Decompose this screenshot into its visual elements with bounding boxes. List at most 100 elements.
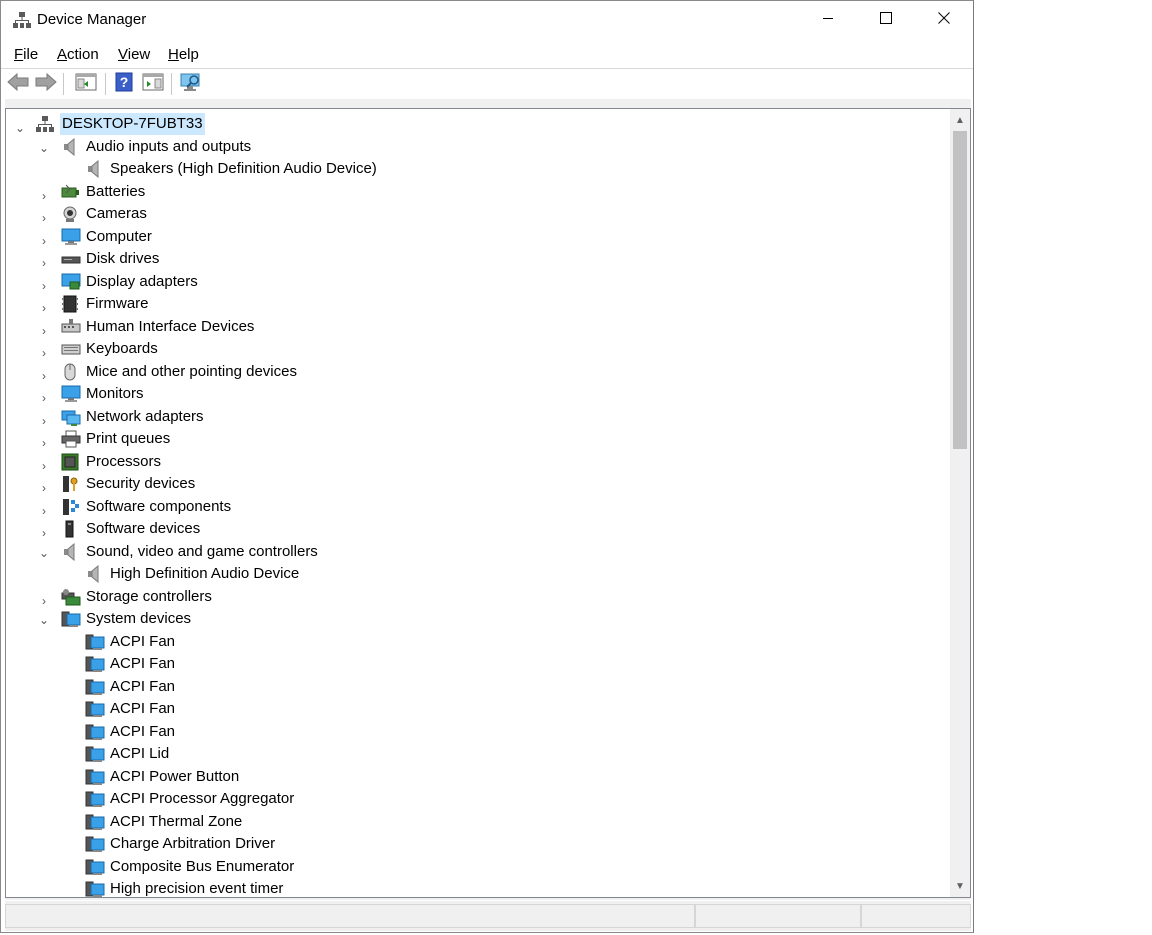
- chevron-right-icon[interactable]: ›: [38, 297, 50, 315]
- speaker-icon: [85, 159, 103, 179]
- tree-category[interactable]: › Print queues: [6, 428, 946, 451]
- tree-device[interactable]: ACPI Fan: [6, 721, 946, 744]
- tree-root[interactable]: ⌄ DESKTOP-7FUBT33: [6, 113, 946, 136]
- chevron-down-icon[interactable]: ⌄: [38, 137, 50, 155]
- close-button[interactable]: [915, 1, 973, 39]
- tree-device[interactable]: Charge Arbitration Driver: [6, 833, 946, 856]
- scroll-down-icon[interactable]: ▼: [950, 878, 970, 896]
- tree-device-label: ACPI Fan: [110, 722, 176, 740]
- tree-category-label: Keyboards: [86, 340, 158, 357]
- help-button[interactable]: ?: [112, 72, 136, 96]
- chevron-right-icon[interactable]: ›: [38, 230, 50, 248]
- tree-category[interactable]: › Firmware: [6, 293, 946, 316]
- tree-category[interactable]: ⌄ System devices: [6, 608, 946, 631]
- tree-device[interactable]: High precision event timer: [6, 878, 946, 897]
- chevron-right-icon[interactable]: ›: [38, 522, 50, 540]
- tree-category[interactable]: ⌄ Sound, video and game controllers: [6, 541, 946, 564]
- show-hide-console-tree-button[interactable]: [74, 72, 98, 96]
- tree-category-label: Mice and other pointing devices: [86, 362, 297, 380]
- tree-category-label: Storage controllers: [86, 587, 212, 605]
- tree-category[interactable]: › Mice and other pointing devices: [6, 361, 946, 384]
- menu-view[interactable]: View: [118, 46, 150, 63]
- scroll-up-icon[interactable]: ▲: [950, 112, 970, 130]
- title-bar[interactable]: Device Manager: [1, 1, 973, 39]
- tree-category[interactable]: › Human Interface Devices: [6, 316, 946, 339]
- menu-help[interactable]: Help: [168, 46, 199, 63]
- chevron-down-icon[interactable]: ⌄: [14, 117, 26, 135]
- battery-icon: [61, 183, 79, 201]
- tree-device[interactable]: ACPI Processor Aggregator: [6, 788, 946, 811]
- tree-device[interactable]: ACPI Power Button: [6, 766, 946, 789]
- tree-category[interactable]: › Processors: [6, 451, 946, 474]
- menu-action-label: ction: [67, 46, 99, 63]
- minimize-icon: [822, 11, 834, 29]
- tree-device[interactable]: ACPI Fan: [6, 698, 946, 721]
- chevron-right-icon[interactable]: ›: [38, 432, 50, 450]
- chevron-right-icon[interactable]: ›: [38, 207, 50, 225]
- tree-device[interactable]: Composite Bus Enumerator: [6, 856, 946, 879]
- tree-category[interactable]: › Software devices: [6, 518, 946, 541]
- scrollbar-thumb[interactable]: [953, 131, 967, 449]
- tree-category[interactable]: › Display adapters: [6, 271, 946, 294]
- tree-category[interactable]: › Storage controllers: [6, 586, 946, 609]
- toolbar-separator: [63, 73, 64, 95]
- tree-category-label: System devices: [86, 610, 192, 627]
- chevron-right-icon[interactable]: ›: [38, 410, 50, 428]
- chevron-right-icon[interactable]: ›: [38, 590, 50, 608]
- chevron-right-icon[interactable]: ›: [38, 365, 50, 383]
- tree-category[interactable]: › Computer: [6, 226, 946, 249]
- status-pane-secondary: [695, 904, 861, 928]
- tree-category-label: Print queues: [86, 430, 171, 447]
- tree-category-label: Firmware: [86, 295, 149, 312]
- chevron-right-icon[interactable]: ›: [38, 320, 50, 338]
- tree-device[interactable]: Speakers (High Definition Audio Device): [6, 158, 946, 181]
- maximize-button[interactable]: [857, 1, 915, 39]
- chevron-right-icon[interactable]: ›: [38, 275, 50, 293]
- tree-device[interactable]: ACPI Fan: [6, 676, 946, 699]
- vertical-scrollbar[interactable]: ▲ ▼: [950, 109, 970, 897]
- chevron-right-icon[interactable]: ›: [38, 185, 50, 203]
- tree-device[interactable]: High Definition Audio Device: [6, 563, 946, 586]
- minimize-button[interactable]: [799, 1, 857, 39]
- chevron-right-icon[interactable]: ›: [38, 477, 50, 495]
- chevron-right-icon[interactable]: ›: [38, 500, 50, 518]
- device-manager-app-icon: [13, 11, 31, 29]
- tree-category[interactable]: › Disk drives: [6, 248, 946, 271]
- tree-category[interactable]: › Monitors: [6, 383, 946, 406]
- properties-button[interactable]: [141, 72, 165, 96]
- menu-action[interactable]: Action: [57, 46, 99, 63]
- tree-category[interactable]: › Cameras: [6, 203, 946, 226]
- system-device-icon: [85, 723, 105, 741]
- tree-category-label: Batteries: [86, 182, 146, 200]
- tree-device[interactable]: ACPI Thermal Zone: [6, 811, 946, 834]
- tree-device[interactable]: ACPI Fan: [6, 653, 946, 676]
- tree-category[interactable]: › Batteries: [6, 181, 946, 204]
- svg-text:?: ?: [120, 74, 129, 90]
- chevron-down-icon[interactable]: ⌄: [38, 609, 50, 627]
- scan-hardware-button[interactable]: [179, 72, 203, 96]
- tree-category[interactable]: ⌄ Audio inputs and outputs: [6, 136, 946, 159]
- tree-category[interactable]: › Security devices: [6, 473, 946, 496]
- speaker-icon: [61, 137, 79, 156]
- chevron-right-icon[interactable]: ›: [38, 455, 50, 473]
- chevron-right-icon[interactable]: ›: [38, 342, 50, 360]
- tree-category[interactable]: › Network adapters: [6, 406, 946, 429]
- tree-category-label: Display adapters: [86, 272, 198, 290]
- back-button[interactable]: [6, 72, 30, 96]
- system-device-icon: [85, 768, 105, 786]
- tree-category[interactable]: › Keyboards: [6, 338, 946, 361]
- system-device-icon: [61, 610, 81, 628]
- tree-device[interactable]: ACPI Lid: [6, 743, 946, 766]
- chevron-down-icon[interactable]: ⌄: [38, 542, 50, 560]
- forward-button[interactable]: [34, 72, 58, 96]
- properties-icon: [142, 72, 164, 97]
- chevron-right-icon[interactable]: ›: [38, 252, 50, 270]
- tree-category[interactable]: › Software components: [6, 496, 946, 519]
- scan-hardware-icon: [179, 72, 203, 97]
- menu-file[interactable]: File: [14, 46, 38, 63]
- tree-category-label: Security devices: [86, 475, 196, 492]
- chevron-right-icon[interactable]: ›: [38, 387, 50, 405]
- tree-device[interactable]: ACPI Fan: [6, 631, 946, 654]
- display-adapter-icon: [61, 273, 81, 291]
- device-tree[interactable]: ⌄ DESKTOP-7FUBT33 ⌄ Audio inputs and outp…: [5, 108, 971, 898]
